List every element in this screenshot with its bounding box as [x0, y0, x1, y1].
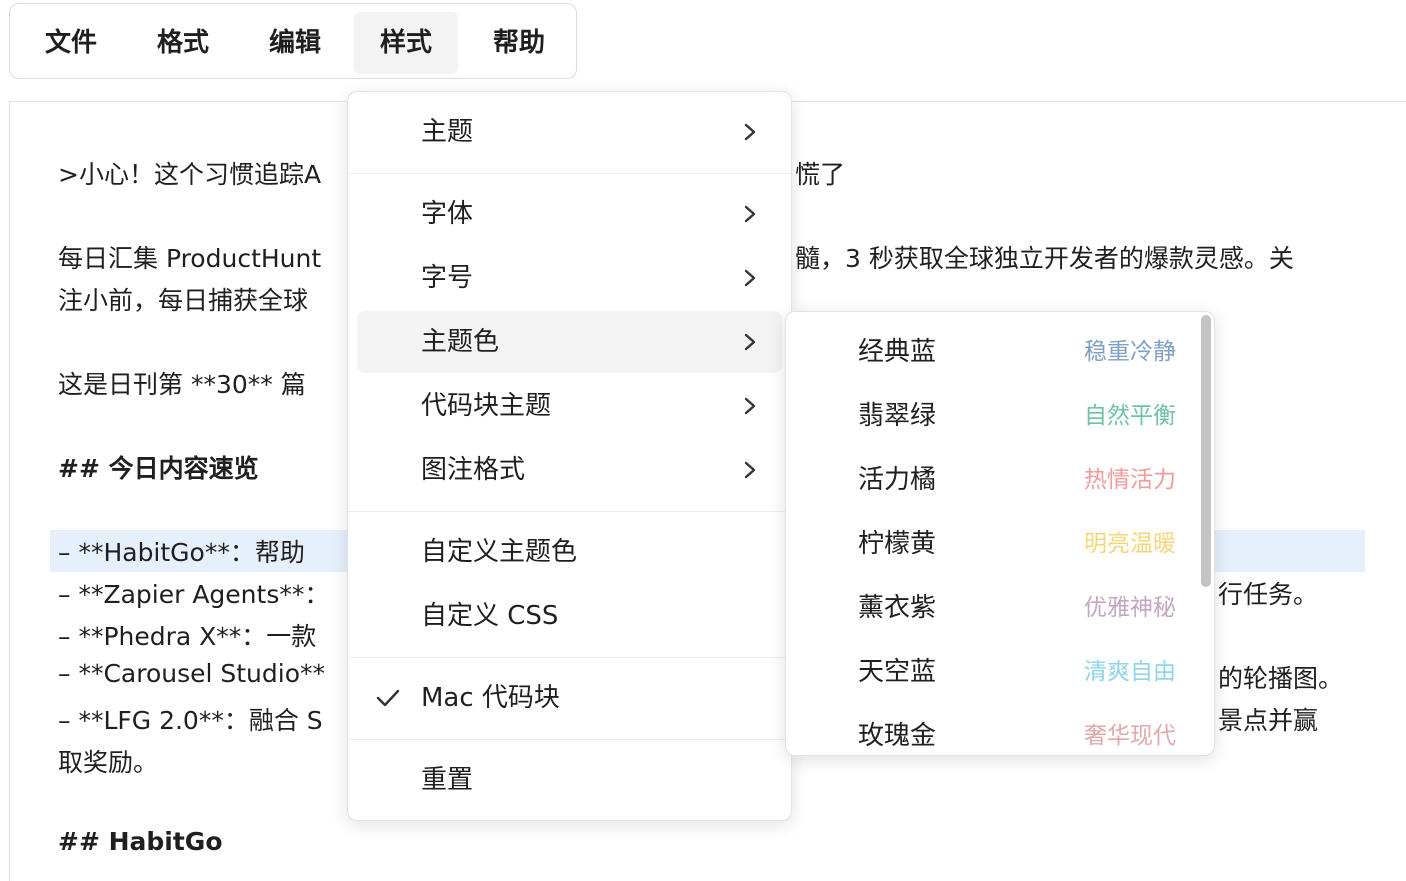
menu-style[interactable]: 样式	[354, 12, 458, 74]
theme-color-desc: 热情活力	[1084, 467, 1176, 493]
editor-line: 髓，3 秒获取全球独立开发者的爆款灵感。关	[795, 244, 1294, 273]
menu-item-label: 字号	[421, 263, 474, 293]
menu-item-label: 字体	[421, 199, 474, 229]
menu-item-custom-css[interactable]: 自定义 CSS	[357, 585, 782, 647]
theme-color-desc: 优雅神秘	[1084, 595, 1176, 621]
theme-color-name: 玫瑰金	[858, 721, 937, 751]
editor-line: 慌了	[795, 160, 846, 189]
theme-color-desc: 清爽自由	[1084, 659, 1176, 685]
menu-item-theme[interactable]: 主题	[357, 101, 782, 163]
theme-color-option[interactable]: 天空蓝 清爽自由	[786, 640, 1196, 704]
theme-color-option[interactable]: 玫瑰金 奢华现代	[786, 704, 1196, 755]
menu-item-code-theme[interactable]: 代码块主题	[357, 375, 782, 437]
menu-divider	[348, 739, 791, 740]
menu-item-label: 主题	[421, 117, 474, 147]
menubar: 文件 格式 编辑 样式 帮助	[9, 3, 577, 79]
menu-divider	[348, 511, 791, 512]
theme-color-desc: 奢华现代	[1084, 723, 1176, 749]
theme-color-desc: 自然平衡	[1084, 403, 1176, 429]
menu-help[interactable]: 帮助	[475, 12, 563, 74]
menu-item-label: 自定义主题色	[421, 537, 578, 567]
theme-color-desc: 稳重冷静	[1084, 339, 1176, 365]
menu-divider	[348, 657, 791, 658]
theme-color-option[interactable]: 活力橘 热情活力	[786, 448, 1196, 512]
editor-line: – **LFG 2.0**：融合 S	[58, 706, 323, 735]
editor-line: 每日汇集 ProductHunt	[58, 244, 322, 273]
theme-color-submenu: 经典蓝 稳重冷静 翡翠绿 自然平衡 活力橘 热情活力 柠檬黄 明亮温暖 薰衣紫 …	[785, 311, 1215, 756]
menu-item-custom-theme-color[interactable]: 自定义主题色	[357, 521, 782, 583]
menu-item-label: 主题色	[421, 327, 500, 357]
menu-edit[interactable]: 编辑	[251, 12, 339, 74]
menu-file[interactable]: 文件	[27, 12, 115, 74]
theme-color-name: 柠檬黄	[858, 529, 937, 559]
chevron-right-icon	[744, 205, 756, 223]
editor-line: 注小前，每日捕获全球	[58, 286, 309, 315]
menu-item-reset[interactable]: 重置	[357, 749, 782, 811]
editor-heading: ## 今日内容速览	[58, 454, 259, 483]
style-dropdown-menu: 主题 字体 字号 主题色 代码块主题 图注格式 自定义主题色 自定义 CSS M…	[347, 91, 792, 821]
editor-line: – **HabitGo**：帮助	[58, 538, 305, 567]
menu-item-mac-code-block[interactable]: Mac 代码块	[357, 667, 782, 729]
theme-color-name: 经典蓝	[858, 337, 937, 367]
menu-item-label: 自定义 CSS	[421, 601, 559, 631]
menu-item-label: 图注格式	[421, 455, 526, 485]
chevron-right-icon	[744, 333, 756, 351]
theme-color-name: 天空蓝	[858, 657, 937, 687]
editor-line: – **Phedra X**：一款	[58, 622, 317, 651]
menu-item-label: Mac 代码块	[421, 683, 560, 713]
theme-color-name: 翡翠绿	[858, 401, 937, 431]
editor-line: – **Carousel Studio**	[58, 659, 326, 688]
menu-item-theme-color[interactable]: 主题色	[357, 311, 782, 373]
theme-color-name: 活力橘	[858, 465, 937, 495]
chevron-right-icon	[744, 461, 756, 479]
theme-color-name: 薰衣紫	[858, 593, 937, 623]
menu-item-label: 重置	[421, 765, 474, 795]
theme-color-option[interactable]: 柠檬黄 明亮温暖	[786, 512, 1196, 576]
editor-line: 景点并赢	[1218, 706, 1319, 735]
menu-item-caption-format[interactable]: 图注格式	[357, 439, 782, 501]
editor-line: 行任务。	[1218, 580, 1319, 609]
editor-line: – **Zapier Agents**：	[58, 580, 330, 609]
chevron-right-icon	[744, 269, 756, 287]
editor-line: 这是日刊第 **30** 篇	[58, 370, 306, 399]
editor-line: >小心！这个习惯追踪A	[58, 160, 322, 189]
editor-line: 取奖励。	[58, 748, 159, 777]
editor-line: 的轮播图。	[1218, 664, 1344, 693]
theme-color-desc: 明亮温暖	[1084, 531, 1176, 557]
chevron-right-icon	[744, 397, 756, 415]
submenu-scrollbar[interactable]	[1201, 315, 1211, 587]
menu-divider	[348, 173, 791, 174]
menu-item-font[interactable]: 字体	[357, 183, 782, 245]
theme-color-option[interactable]: 经典蓝 稳重冷静	[786, 320, 1196, 384]
chevron-right-icon	[744, 123, 756, 141]
editor-heading: ## HabitGo	[58, 827, 223, 856]
menu-item-label: 代码块主题	[421, 391, 552, 421]
checkmark-icon	[376, 689, 400, 707]
menu-format[interactable]: 格式	[139, 12, 227, 74]
menu-item-font-size[interactable]: 字号	[357, 247, 782, 309]
theme-color-option[interactable]: 翡翠绿 自然平衡	[786, 384, 1196, 448]
theme-color-option[interactable]: 薰衣紫 优雅神秘	[786, 576, 1196, 640]
